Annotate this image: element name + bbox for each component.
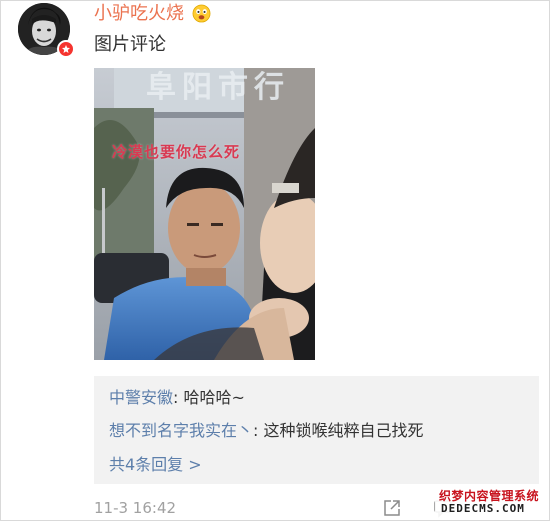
reply-item: 想不到名字我实在丶: 这种锁喉纯粹自己找死	[109, 421, 424, 441]
reply-item: 中警安徽: 哈哈哈~	[109, 388, 245, 408]
share-icon[interactable]	[382, 498, 402, 518]
reply-text: 哈哈哈~	[183, 388, 245, 407]
reply-text: 这种锁喉纯粹自己找死	[263, 421, 424, 440]
reply-separator: :	[173, 388, 184, 407]
reply-author[interactable]: 想不到名字我实在丶	[109, 421, 253, 440]
comment-card: 小驴吃火烧 图片评论 阜阳市行 冷漠也要你怎么死 中警安徽: 哈哈哈~ 想不到名…	[0, 0, 550, 521]
watermark-url: DEDECMS.COM	[441, 502, 525, 515]
photo-scene	[94, 68, 315, 360]
reply-author[interactable]: 中警安徽	[109, 388, 173, 407]
comment-photo[interactable]: 阜阳市行 冷漠也要你怎么死	[94, 68, 315, 360]
vip-badge-icon	[57, 40, 75, 58]
comment-text: 图片评论	[94, 34, 166, 55]
photo-sign-text: 阜阳市行	[146, 70, 290, 105]
reply-separator: :	[253, 421, 264, 440]
more-replies-link[interactable]: 共4条回复 >	[109, 455, 202, 475]
replies-box: 中警安徽: 哈哈哈~ 想不到名字我实在丶: 这种锁喉纯粹自己找死 共4条回复 >	[94, 376, 539, 484]
watermark: 织梦内容管理系统 DEDECMS.COM	[435, 487, 547, 519]
timestamp: 11-3 16:42	[94, 499, 177, 517]
username[interactable]: 小驴吃火烧	[94, 3, 184, 25]
emoji-icon	[192, 4, 211, 23]
photo-caption: 冷漠也要你怎么死	[112, 143, 241, 161]
